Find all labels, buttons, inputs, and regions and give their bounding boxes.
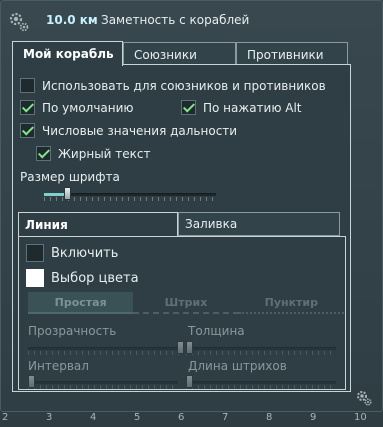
slider-label: Прозрачность xyxy=(28,324,117,338)
tab-label: Линия xyxy=(25,217,68,232)
check-icon[interactable] xyxy=(20,100,35,115)
slider-track xyxy=(28,381,178,384)
slider-thumb[interactable] xyxy=(28,375,35,388)
use-for-all-checkbox[interactable]: Использовать для союзников и противников xyxy=(20,78,326,93)
check-icon[interactable] xyxy=(20,123,35,138)
checkbox-label: По нажатию Alt xyxy=(203,100,302,115)
slider-ticks xyxy=(28,385,178,389)
tab-line[interactable]: Линия xyxy=(18,212,178,236)
style-label: Штрих xyxy=(164,295,208,309)
slider-label: Интервал xyxy=(28,359,89,373)
line-style-selector: Простая Штрих Пунктир xyxy=(28,292,344,314)
thickness-slider[interactable] xyxy=(186,341,336,355)
enable-line-checkbox[interactable]: Включить xyxy=(26,244,118,262)
scale-tick-label: 10 xyxy=(354,412,367,423)
dash-length-slider[interactable] xyxy=(186,375,336,389)
slider-thumb[interactable] xyxy=(186,375,193,388)
panel-title: Заметность с кораблей xyxy=(101,13,250,27)
by-default-checkbox[interactable]: По умолчанию xyxy=(20,100,134,115)
slider-ticks xyxy=(186,351,336,355)
scale-tick-label: 6 xyxy=(178,412,185,423)
slider-ticks xyxy=(28,351,184,355)
scale-tick-label: 4 xyxy=(90,412,97,423)
scale-tick-label: 2 xyxy=(2,412,9,423)
tab-label: Заливка xyxy=(185,217,238,231)
slider-ticks xyxy=(186,385,336,389)
tab-label: Противники xyxy=(247,47,324,62)
tab-my-ship[interactable]: Мой корабль xyxy=(12,41,123,66)
checkbox-label: Числовые значения дальности xyxy=(42,123,238,138)
checkbox-box[interactable] xyxy=(26,244,44,262)
tab-label: Союзники xyxy=(134,47,197,62)
gear-icon[interactable] xyxy=(8,11,30,33)
slider-label: Размер шрифта xyxy=(20,170,120,184)
opacity-slider[interactable] xyxy=(28,341,184,355)
slider-thumb[interactable] xyxy=(186,341,193,354)
check-icon[interactable] xyxy=(36,146,51,161)
slider-track xyxy=(186,347,336,350)
color-swatch[interactable] xyxy=(26,269,44,287)
style-label: Простая xyxy=(54,295,107,309)
range-numbers-checkbox[interactable]: Числовые значения дальности xyxy=(20,123,237,138)
scale-tick-label: 3 xyxy=(46,412,53,423)
scale-tick-label: 5 xyxy=(134,412,141,423)
checkbox-label: Включить xyxy=(51,245,119,261)
thickness-label: Толщина xyxy=(188,324,245,338)
scale-tick-label: 7 xyxy=(222,412,229,423)
on-alt-checkbox[interactable]: По нажатию Alt xyxy=(181,100,302,115)
slider-label: Толщина xyxy=(188,324,245,338)
tab-label: Мой корабль xyxy=(23,47,114,61)
checkbox-label: По умолчанию xyxy=(42,100,134,115)
style-label: Пунктир xyxy=(264,295,319,309)
slider-label: Длина штрихов xyxy=(188,359,287,373)
checkbox-box[interactable] xyxy=(20,78,35,93)
slider-track xyxy=(186,381,336,384)
distance-scale: 2 3 4 5 6 7 8 9 10 xyxy=(0,412,383,427)
checkbox-label: Жирный текст xyxy=(58,146,151,161)
interval-slider[interactable] xyxy=(28,375,178,389)
slider-thumb[interactable] xyxy=(177,341,184,354)
slider-track xyxy=(28,347,184,350)
style-dotted-button[interactable]: Пунктир xyxy=(238,292,344,314)
font-size-slider[interactable] xyxy=(44,187,216,201)
color-picker[interactable]: Выбор цвета xyxy=(26,269,139,287)
settings-gear-icon[interactable] xyxy=(355,389,373,407)
check-icon[interactable] xyxy=(181,100,196,115)
interval-label: Интервал xyxy=(28,359,89,373)
dash-length-label: Длина штрихов xyxy=(188,359,287,373)
tab-fill[interactable]: Заливка xyxy=(178,212,340,236)
style-solid-button[interactable]: Простая xyxy=(28,292,134,314)
scale-tick-label: 9 xyxy=(310,412,317,423)
slider-thumb[interactable] xyxy=(64,187,71,200)
bold-text-checkbox[interactable]: Жирный текст xyxy=(36,146,150,161)
font-size-label: Размер шрифта xyxy=(20,170,120,184)
distance-value: 10.0 км xyxy=(46,13,98,27)
color-label: Выбор цвета xyxy=(51,270,139,286)
opacity-label: Прозрачность xyxy=(28,324,116,338)
checkbox-label: Использовать для союзников и противников xyxy=(42,78,326,93)
scale-tick-label: 8 xyxy=(266,412,273,423)
style-dash-button[interactable]: Штрих xyxy=(133,292,239,314)
